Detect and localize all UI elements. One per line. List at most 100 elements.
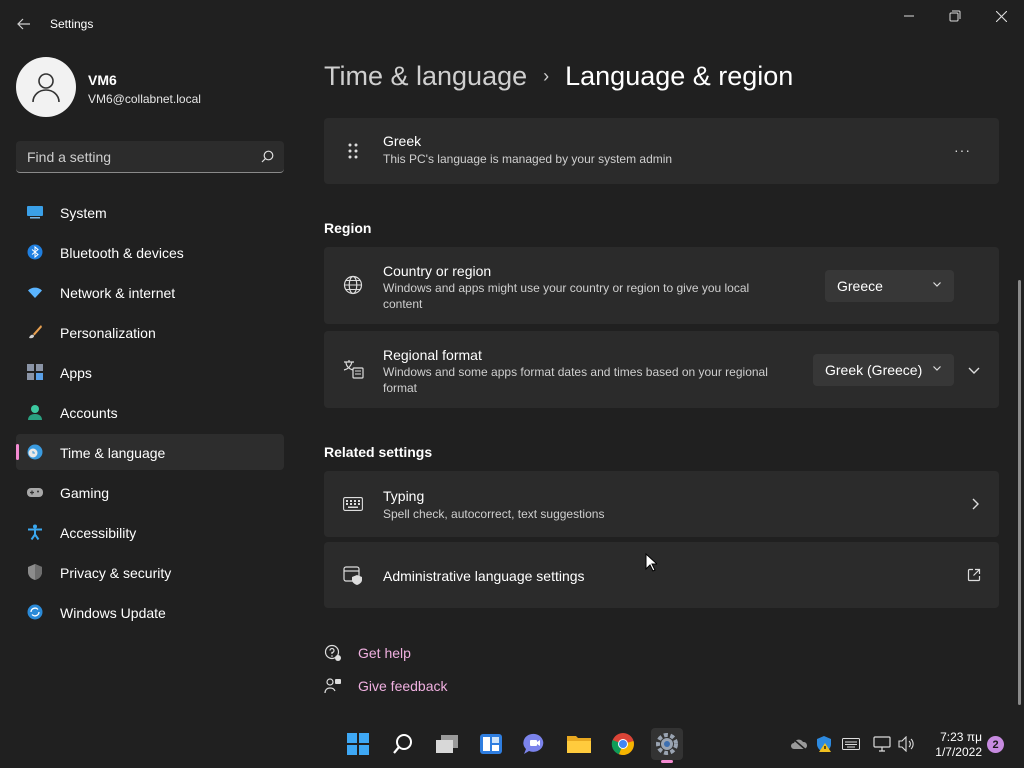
chevron-right-icon (972, 498, 979, 510)
sidebar-item-personalization[interactable]: Personalization (16, 314, 284, 350)
sidebar-item-accounts[interactable]: Accounts (16, 394, 284, 430)
brush-icon (29, 325, 42, 339)
drag-handle-icon[interactable] (342, 140, 364, 162)
regional-format-icon (342, 358, 364, 380)
volume-tray[interactable] (897, 734, 917, 754)
sidebar-item-accessibility[interactable]: Accessibility (16, 514, 284, 550)
external-link-icon (967, 568, 981, 582)
task-view-button[interactable] (431, 728, 463, 760)
apps-icon (27, 364, 43, 380)
minimize-button[interactable] (886, 0, 932, 32)
expand-chevron-icon[interactable] (967, 363, 981, 377)
scrollbar[interactable] (1018, 280, 1021, 705)
defender-tray[interactable] (814, 734, 834, 754)
close-button[interactable] (978, 0, 1024, 32)
breadcrumb-separator: › (543, 65, 550, 86)
taskbar: 7:23 πμ 1/7/2022 (0, 720, 1024, 768)
widgets-button[interactable] (475, 728, 507, 760)
sidebar-item-apps[interactable]: Apps (16, 354, 284, 390)
minimize-icon (904, 15, 914, 17)
sidebar-item-system[interactable]: System (16, 194, 284, 230)
sidebar-item-label: Accessibility (60, 525, 137, 541)
give-feedback-label: Give feedback (358, 678, 448, 694)
sidebar-nav: System Bluetooth & devices Network & int… (16, 194, 284, 634)
admin-language-card[interactable]: Administrative language settings (324, 542, 999, 608)
sidebar-item-gaming[interactable]: Gaming (16, 474, 284, 510)
feedback-icon (324, 678, 341, 694)
network-tray[interactable] (872, 734, 892, 754)
maximize-button[interactable] (932, 0, 978, 32)
bluetooth-icon (27, 244, 43, 260)
sidebar-item-label: Gaming (60, 485, 110, 501)
widgets-icon (480, 734, 502, 754)
sidebar-item-label: Personalization (60, 325, 156, 341)
country-region-title: Country or region (383, 263, 492, 279)
onedrive-tray[interactable] (789, 734, 809, 754)
sidebar-item-time-language[interactable]: Time & language (16, 434, 284, 470)
breadcrumb-parent[interactable]: Time & language (324, 61, 527, 92)
person-icon (32, 73, 60, 103)
keyboard-tray[interactable] (841, 734, 861, 754)
file-explorer-button[interactable] (563, 728, 595, 760)
notification-badge[interactable]: 2 (987, 736, 1004, 753)
chrome-button[interactable] (607, 728, 639, 760)
user-name: VM6 (88, 72, 117, 88)
more-options-button[interactable]: ··· (954, 142, 971, 158)
avatar (16, 57, 76, 117)
app-title: Settings (50, 17, 94, 31)
start-button[interactable] (342, 728, 374, 760)
sidebar-item-windows-update[interactable]: Windows Update (16, 594, 284, 630)
clock-time: 7:23 πμ (940, 730, 982, 744)
language-card-greek[interactable]: Greek This PC's language is managed by y… (324, 118, 999, 184)
sidebar-item-network[interactable]: Network & internet (16, 274, 284, 310)
sidebar-item-label: Time & language (60, 445, 166, 461)
time-language-icon (27, 444, 43, 460)
dropdown-value: Greek (Greece) (825, 362, 923, 378)
related-settings-heading: Related settings (324, 444, 433, 460)
sidebar-item-label: Bluetooth & devices (60, 245, 184, 261)
sidebar-item-bluetooth[interactable]: Bluetooth & devices (16, 234, 284, 270)
gamepad-icon (27, 488, 43, 497)
dropdown-value: Greece (837, 278, 883, 294)
back-button[interactable] (12, 10, 36, 38)
region-heading: Region (324, 220, 372, 236)
chevron-down-icon (933, 282, 941, 287)
globe-icon (342, 274, 364, 296)
page-title: Language & region (565, 60, 794, 91)
shield-icon (28, 564, 42, 580)
user-profile[interactable]: VM6 VM6@collabnet.local (16, 57, 286, 117)
get-help-link[interactable]: Get help (324, 642, 411, 664)
mouse-cursor-icon (645, 553, 657, 572)
search-input[interactable]: Find a setting (16, 141, 284, 173)
sidebar-item-label: System (60, 205, 107, 221)
admin-language-title: Administrative language settings (383, 568, 585, 584)
system-icon (27, 206, 43, 219)
settings-icon (656, 733, 678, 755)
close-icon (995, 10, 1007, 22)
country-region-dropdown[interactable]: Greece (825, 270, 954, 302)
chat-button[interactable] (519, 728, 551, 760)
regional-format-title: Regional format (383, 347, 482, 363)
regional-format-dropdown[interactable]: Greek (Greece) (813, 354, 954, 386)
keyboard-icon (342, 493, 364, 515)
taskbar-search-button[interactable] (387, 728, 419, 760)
onedrive-icon (791, 737, 808, 751)
help-icon (324, 644, 341, 661)
sidebar-item-label: Windows Update (60, 605, 166, 621)
task-view-icon (436, 735, 458, 753)
search-icon (261, 150, 274, 163)
breadcrumb: Time & language › Language & region (324, 58, 793, 94)
regional-format-card[interactable]: Regional format Windows and some apps fo… (324, 331, 999, 408)
taskbar-clock[interactable]: 7:23 πμ 1/7/2022 (928, 730, 982, 760)
volume-icon (898, 736, 914, 752)
sidebar-item-label: Accounts (60, 405, 118, 421)
search-icon (393, 734, 412, 754)
typing-card[interactable]: Typing Spell check, autocorrect, text su… (324, 471, 999, 537)
sidebar-item-privacy[interactable]: Privacy & security (16, 554, 284, 590)
settings-taskbar-button[interactable] (651, 728, 683, 763)
windows-update-icon (27, 604, 43, 620)
give-feedback-link[interactable]: Give feedback (324, 675, 448, 697)
admin-shield-icon (342, 564, 364, 586)
keyboard-icon (842, 738, 860, 750)
get-help-label: Get help (358, 645, 411, 661)
